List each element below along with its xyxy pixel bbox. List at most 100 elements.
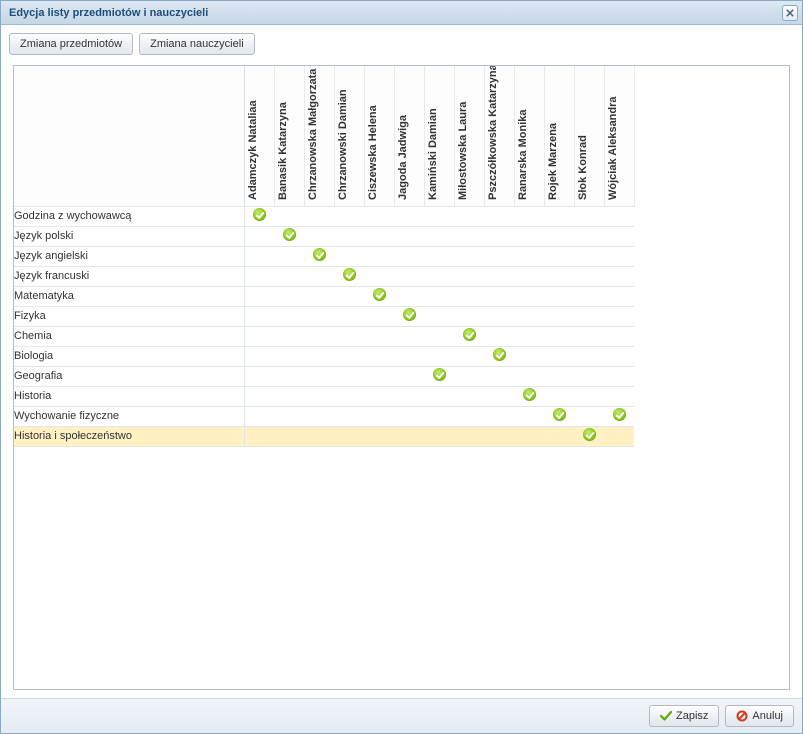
assignment-cell[interactable] xyxy=(304,226,334,246)
assignment-cell[interactable] xyxy=(244,366,274,386)
assignment-cell[interactable] xyxy=(304,306,334,326)
assignment-cell[interactable] xyxy=(484,326,514,346)
assignment-cell[interactable] xyxy=(274,286,304,306)
assignment-cell[interactable] xyxy=(334,286,364,306)
assignment-cell[interactable] xyxy=(574,326,604,346)
assignment-cell[interactable] xyxy=(454,386,484,406)
assignment-cell[interactable] xyxy=(544,346,574,366)
assignment-cell[interactable] xyxy=(244,286,274,306)
assignment-cell[interactable] xyxy=(274,346,304,366)
subject-row[interactable]: Historia i społeczeństwo xyxy=(14,426,634,446)
subject-row[interactable]: Biologia xyxy=(14,346,634,366)
assignment-cell[interactable] xyxy=(394,246,424,266)
assignment-cell[interactable] xyxy=(574,306,604,326)
assignment-cell[interactable] xyxy=(484,246,514,266)
assignment-cell[interactable] xyxy=(514,386,544,406)
assignment-cell[interactable] xyxy=(274,406,304,426)
assignment-cell[interactable] xyxy=(454,426,484,446)
assignment-cell[interactable] xyxy=(574,286,604,306)
assignment-cell[interactable] xyxy=(604,326,634,346)
assignment-cell[interactable] xyxy=(364,286,394,306)
assignment-cell[interactable] xyxy=(274,206,304,226)
assignment-cell[interactable] xyxy=(274,246,304,266)
assignment-cell[interactable] xyxy=(274,306,304,326)
assignment-cell[interactable] xyxy=(304,266,334,286)
assignment-cell[interactable] xyxy=(274,386,304,406)
assignment-cell[interactable] xyxy=(364,266,394,286)
subject-row[interactable]: Fizyka xyxy=(14,306,634,326)
save-button[interactable]: Zapisz xyxy=(649,705,719,727)
assignment-cell[interactable] xyxy=(604,286,634,306)
assignment-cell[interactable] xyxy=(544,406,574,426)
assignment-cell[interactable] xyxy=(334,366,364,386)
assignment-cell[interactable] xyxy=(424,366,454,386)
assignment-cell[interactable] xyxy=(394,206,424,226)
assignment-cell[interactable] xyxy=(544,246,574,266)
assignment-cell[interactable] xyxy=(394,306,424,326)
assignment-cell[interactable] xyxy=(424,346,454,366)
assignment-cell[interactable] xyxy=(544,286,574,306)
assignment-cell[interactable] xyxy=(604,246,634,266)
assignment-cell[interactable] xyxy=(424,326,454,346)
assignment-cell[interactable] xyxy=(604,426,634,446)
assignment-cell[interactable] xyxy=(334,266,364,286)
assignment-cell[interactable] xyxy=(574,266,604,286)
subject-row[interactable]: Historia xyxy=(14,386,634,406)
assignment-cell[interactable] xyxy=(394,346,424,366)
assignment-cell[interactable] xyxy=(334,386,364,406)
assignment-cell[interactable] xyxy=(334,306,364,326)
assignment-cell[interactable] xyxy=(394,286,424,306)
assignment-cell[interactable] xyxy=(544,306,574,326)
assignment-cell[interactable] xyxy=(424,266,454,286)
assignment-cell[interactable] xyxy=(514,426,544,446)
assignment-cell[interactable] xyxy=(484,226,514,246)
assignment-cell[interactable] xyxy=(394,386,424,406)
close-button[interactable] xyxy=(782,5,798,21)
assignment-cell[interactable] xyxy=(244,346,274,366)
assignment-cell[interactable] xyxy=(574,366,604,386)
assignment-cell[interactable] xyxy=(484,346,514,366)
assignment-cell[interactable] xyxy=(364,426,394,446)
assignment-cell[interactable] xyxy=(364,326,394,346)
assignment-cell[interactable] xyxy=(334,246,364,266)
assignment-cell[interactable] xyxy=(484,206,514,226)
assignment-cell[interactable] xyxy=(244,306,274,326)
assignment-cell[interactable] xyxy=(394,326,424,346)
assignment-cell[interactable] xyxy=(274,266,304,286)
assignment-cell[interactable] xyxy=(604,346,634,366)
assignment-cell[interactable] xyxy=(394,406,424,426)
change-subjects-button[interactable]: Zmiana przedmiotów xyxy=(9,33,133,55)
assignment-cell[interactable] xyxy=(454,366,484,386)
assignment-cell[interactable] xyxy=(424,406,454,426)
assignment-cell[interactable] xyxy=(304,326,334,346)
assignment-cell[interactable] xyxy=(544,266,574,286)
change-teachers-button[interactable]: Zmiana nauczycieli xyxy=(139,33,255,55)
assignment-cell[interactable] xyxy=(514,366,544,386)
assignment-cell[interactable] xyxy=(574,386,604,406)
assignment-cell[interactable] xyxy=(244,266,274,286)
assignment-cell[interactable] xyxy=(244,206,274,226)
assignment-cell[interactable] xyxy=(484,286,514,306)
assignment-cell[interactable] xyxy=(304,366,334,386)
assignment-cell[interactable] xyxy=(514,266,544,286)
assignment-cell[interactable] xyxy=(304,346,334,366)
assignment-cell[interactable] xyxy=(454,266,484,286)
assignment-cell[interactable] xyxy=(244,406,274,426)
assignment-cell[interactable] xyxy=(394,366,424,386)
assignment-cell[interactable] xyxy=(604,386,634,406)
assignment-cell[interactable] xyxy=(274,426,304,446)
assignment-cell[interactable] xyxy=(304,406,334,426)
assignment-cell[interactable] xyxy=(514,306,544,326)
assignment-cell[interactable] xyxy=(604,406,634,426)
assignment-cell[interactable] xyxy=(274,226,304,246)
assignment-cell[interactable] xyxy=(244,326,274,346)
assignment-cell[interactable] xyxy=(424,426,454,446)
assignment-cell[interactable] xyxy=(484,366,514,386)
assignment-cell[interactable] xyxy=(244,246,274,266)
assignment-cell[interactable] xyxy=(244,426,274,446)
assignment-cell[interactable] xyxy=(334,426,364,446)
assignment-cell[interactable] xyxy=(424,386,454,406)
assignment-cell[interactable] xyxy=(574,206,604,226)
assignment-cell[interactable] xyxy=(334,346,364,366)
assignment-cell[interactable] xyxy=(394,426,424,446)
